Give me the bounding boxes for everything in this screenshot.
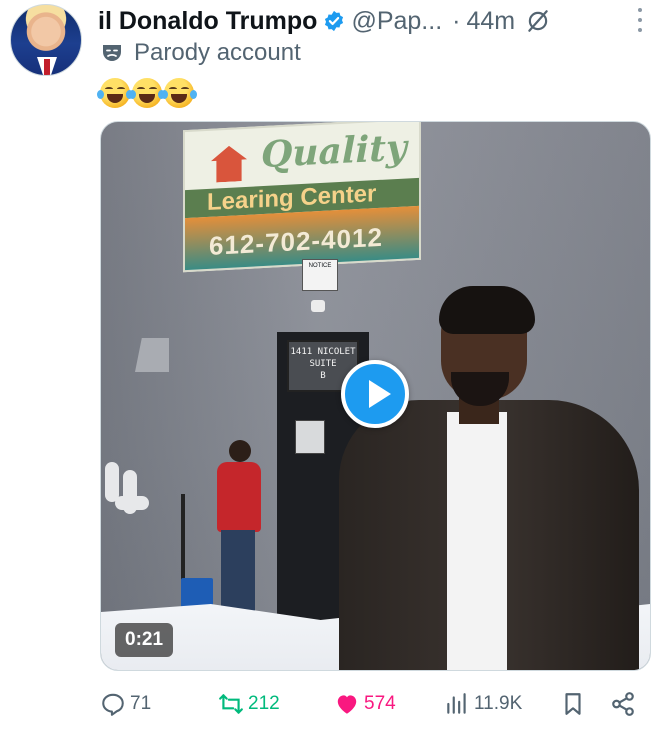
door-paper bbox=[295, 420, 325, 454]
more-dot bbox=[638, 18, 642, 22]
post-timestamp[interactable]: 44m bbox=[466, 7, 515, 36]
theater-mask-icon bbox=[103, 45, 121, 61]
post-header: il Donaldo Trumpo @Pap... · 44m bbox=[98, 6, 653, 36]
like-count: 574 bbox=[364, 693, 396, 714]
video-player[interactable]: Quality Learing Center 612-702-4012 NOTI… bbox=[100, 121, 651, 671]
repost-icon bbox=[219, 694, 243, 714]
author-handle[interactable]: @Pap... bbox=[351, 7, 442, 36]
views-button[interactable]: 11.9K bbox=[444, 686, 522, 722]
post-text: 😂😂😂 bbox=[97, 78, 197, 108]
repost-count: 212 bbox=[248, 693, 280, 714]
sign-title: Quality bbox=[261, 126, 407, 177]
wall-pipes bbox=[101, 462, 153, 522]
share-icon bbox=[612, 692, 634, 716]
person-red-jacket bbox=[213, 440, 265, 632]
tears-of-joy-emoji-icon bbox=[97, 78, 133, 108]
like-button[interactable]: 574 bbox=[334, 686, 396, 722]
bookmark-icon bbox=[565, 693, 581, 715]
security-camera bbox=[311, 300, 325, 312]
parody-account-text: Parody account bbox=[134, 39, 301, 66]
bookmark-button[interactable] bbox=[560, 686, 586, 722]
notice-sign: NOTICE bbox=[302, 259, 338, 291]
tears-of-joy-emoji-icon bbox=[161, 78, 197, 108]
tears-of-joy-emoji-icon bbox=[129, 78, 165, 108]
author-avatar[interactable] bbox=[10, 4, 82, 76]
building-sign: Quality Learing Center 612-702-4012 bbox=[183, 122, 421, 273]
views-count: 11.9K bbox=[474, 693, 523, 714]
reply-button[interactable]: 71 bbox=[100, 686, 151, 722]
shovel-handle bbox=[181, 494, 185, 586]
header-separator: · bbox=[452, 6, 461, 35]
avatar-tie bbox=[44, 59, 50, 75]
play-button-icon[interactable] bbox=[341, 360, 409, 428]
author-display-name[interactable]: il Donaldo Trumpo bbox=[98, 7, 317, 36]
reply-icon bbox=[102, 693, 124, 716]
heart-icon bbox=[337, 695, 357, 714]
action-bar: 71 212 574 11.9K bbox=[100, 686, 651, 722]
more-dot bbox=[638, 28, 642, 32]
share-button[interactable] bbox=[610, 686, 636, 722]
sign-house-logo bbox=[211, 145, 247, 183]
grok-icon[interactable] bbox=[525, 8, 551, 34]
more-options-icon[interactable] bbox=[635, 8, 645, 32]
more-dot bbox=[638, 8, 642, 12]
verified-badge-icon bbox=[325, 10, 344, 32]
repost-button[interactable]: 212 bbox=[218, 686, 280, 722]
person-foreground bbox=[331, 286, 650, 670]
video-duration: 0:21 bbox=[115, 623, 174, 657]
parody-label: Parody account bbox=[100, 38, 301, 68]
reply-count: 71 bbox=[130, 693, 152, 714]
views-chart-icon bbox=[447, 693, 466, 714]
